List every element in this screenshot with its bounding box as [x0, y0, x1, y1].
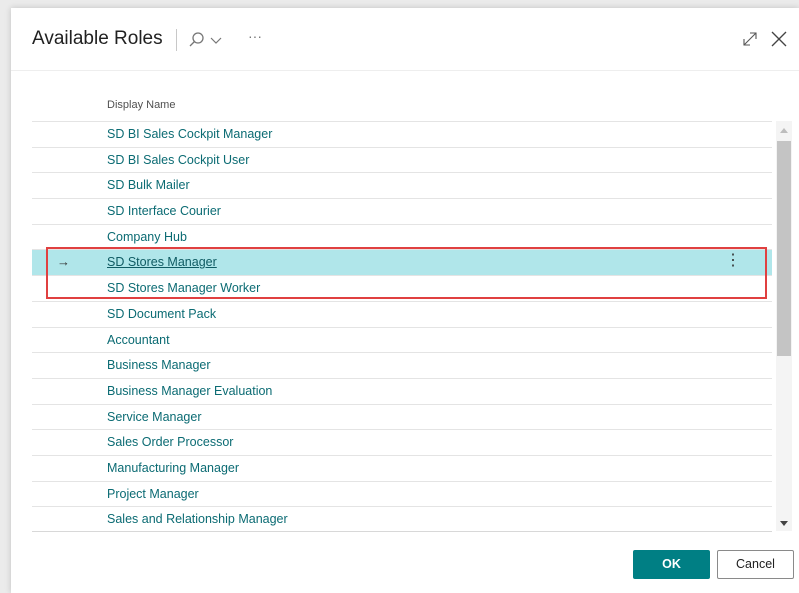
roles-list: SD BI Sales Cockpit Manager SD BI Sales C… — [32, 121, 772, 532]
chevron-down-icon — [210, 37, 222, 44]
list-item[interactable]: Project Manager — [32, 480, 772, 507]
list-item[interactable]: Accountant — [32, 326, 772, 353]
close-icon — [771, 31, 787, 47]
list-item[interactable]: SD Document Pack — [32, 300, 772, 327]
expand-button[interactable] — [739, 28, 761, 50]
ok-button[interactable]: OK — [633, 550, 710, 579]
list-item[interactable]: Business Manager — [32, 352, 772, 378]
list-item[interactable]: SD Bulk Mailer — [32, 172, 772, 198]
vertical-scrollbar[interactable] — [776, 121, 792, 531]
dialog-title: Available Roles — [32, 28, 163, 49]
header-divider — [176, 29, 177, 51]
list-item[interactable]: Manufacturing Manager — [32, 454, 772, 481]
scrollbar-thumb[interactable] — [777, 141, 791, 356]
role-display-name[interactable]: SD BI Sales Cockpit User — [107, 153, 249, 167]
list-item[interactable]: SD Stores Manager Worker — [32, 275, 772, 301]
list-item[interactable]: Company Hub — [32, 223, 772, 250]
scroll-up-icon[interactable] — [776, 125, 792, 135]
role-display-name[interactable]: SD BI Sales Cockpit Manager — [107, 127, 272, 141]
more-options-button[interactable]: ··· — [245, 28, 265, 52]
list-item[interactable]: SD Interface Courier — [32, 198, 772, 224]
list-bottom-border — [32, 531, 772, 532]
list-item[interactable]: Service Manager — [32, 403, 772, 430]
role-display-name[interactable]: SD Interface Courier — [107, 204, 221, 218]
scroll-down-icon[interactable] — [776, 519, 792, 529]
role-display-name[interactable]: Service Manager — [107, 410, 202, 424]
expand-icon — [743, 32, 757, 46]
current-row-arrow-icon: → — [57, 254, 70, 270]
header-separator — [11, 70, 799, 71]
column-header-display-name[interactable]: Display Name — [107, 99, 175, 111]
role-display-name[interactable]: Business Manager Evaluation — [107, 384, 272, 398]
role-display-name[interactable]: SD Stores Manager — [107, 255, 217, 269]
role-display-name[interactable]: Business Manager — [107, 358, 211, 372]
role-display-name[interactable]: SD Document Pack — [107, 307, 216, 321]
list-item[interactable]: SD BI Sales Cockpit Manager — [32, 121, 772, 147]
cancel-button[interactable]: Cancel — [717, 550, 794, 579]
list-item[interactable]: Business Manager Evaluation — [32, 377, 772, 404]
role-display-name[interactable]: Sales and Relationship Manager — [107, 512, 288, 526]
role-display-name[interactable]: SD Bulk Mailer — [107, 178, 190, 192]
list-item[interactable]: SD BI Sales Cockpit User — [32, 146, 772, 173]
list-item[interactable]: Sales and Relationship Manager — [32, 506, 772, 532]
list-item[interactable]: Sales Order Processor — [32, 429, 772, 455]
role-display-name[interactable]: SD Stores Manager Worker — [107, 281, 260, 295]
row-actions-kebab-icon[interactable]: ⋮ — [725, 252, 741, 272]
close-button[interactable] — [768, 28, 790, 50]
available-roles-dialog: Available Roles ··· Display Name SD BI S… — [11, 8, 799, 593]
search-icon — [189, 32, 204, 47]
dialog-header: Available Roles ··· — [11, 8, 799, 70]
search-button[interactable] — [187, 28, 237, 52]
role-display-name[interactable]: Project Manager — [107, 487, 199, 501]
role-display-name[interactable]: Sales Order Processor — [107, 435, 233, 449]
role-display-name[interactable]: Accountant — [107, 333, 170, 347]
role-display-name[interactable]: Company Hub — [107, 230, 187, 244]
role-display-name[interactable]: Manufacturing Manager — [107, 461, 239, 475]
list-item[interactable]: → SD Stores Manager ⋮ — [32, 249, 772, 276]
